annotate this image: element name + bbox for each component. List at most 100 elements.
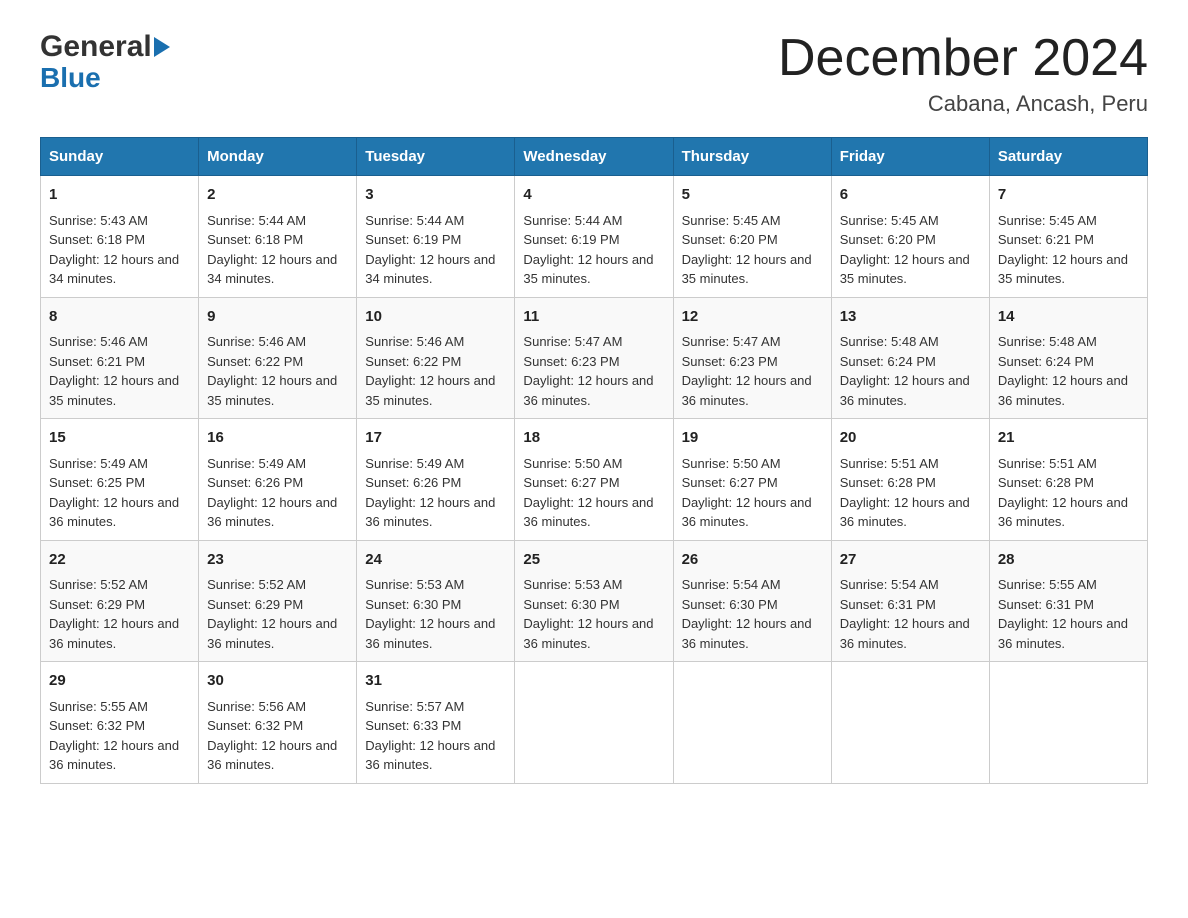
daylight-text: Daylight: 12 hours and 34 minutes. (207, 250, 348, 289)
table-row: 31Sunrise: 5:57 AMSunset: 6:33 PMDayligh… (357, 662, 515, 784)
day-number: 8 (49, 306, 190, 329)
day-number: 31 (365, 670, 506, 693)
sunrise-text: Sunrise: 5:54 AM (682, 575, 823, 595)
sunrise-text: Sunrise: 5:55 AM (998, 575, 1139, 595)
daylight-text: Daylight: 12 hours and 36 minutes. (365, 493, 506, 532)
main-title: December 2024 (778, 30, 1148, 87)
calendar-week-row: 1Sunrise: 5:43 AMSunset: 6:18 PMDaylight… (41, 176, 1148, 298)
table-row (515, 662, 673, 784)
table-row: 22Sunrise: 5:52 AMSunset: 6:29 PMDayligh… (41, 540, 199, 662)
sunrise-text: Sunrise: 5:49 AM (49, 454, 190, 474)
day-number: 15 (49, 427, 190, 450)
sunset-text: Sunset: 6:31 PM (840, 595, 981, 615)
day-number: 19 (682, 427, 823, 450)
daylight-text: Daylight: 12 hours and 36 minutes. (840, 371, 981, 410)
daylight-text: Daylight: 12 hours and 36 minutes. (207, 736, 348, 775)
daylight-text: Daylight: 12 hours and 36 minutes. (840, 614, 981, 653)
daylight-text: Daylight: 12 hours and 36 minutes. (523, 493, 664, 532)
sunset-text: Sunset: 6:26 PM (365, 473, 506, 493)
table-row: 12Sunrise: 5:47 AMSunset: 6:23 PMDayligh… (673, 297, 831, 419)
sunset-text: Sunset: 6:21 PM (49, 352, 190, 372)
day-number: 24 (365, 549, 506, 572)
day-number: 2 (207, 184, 348, 207)
table-row: 29Sunrise: 5:55 AMSunset: 6:32 PMDayligh… (41, 662, 199, 784)
table-row: 21Sunrise: 5:51 AMSunset: 6:28 PMDayligh… (989, 419, 1147, 541)
sunset-text: Sunset: 6:29 PM (49, 595, 190, 615)
table-row: 1Sunrise: 5:43 AMSunset: 6:18 PMDaylight… (41, 176, 199, 298)
day-number: 25 (523, 549, 664, 572)
day-number: 10 (365, 306, 506, 329)
sunrise-text: Sunrise: 5:49 AM (207, 454, 348, 474)
daylight-text: Daylight: 12 hours and 36 minutes. (998, 493, 1139, 532)
sunrise-text: Sunrise: 5:48 AM (998, 332, 1139, 352)
table-row (989, 662, 1147, 784)
sunset-text: Sunset: 6:30 PM (523, 595, 664, 615)
table-row: 7Sunrise: 5:45 AMSunset: 6:21 PMDaylight… (989, 176, 1147, 298)
table-row: 9Sunrise: 5:46 AMSunset: 6:22 PMDaylight… (199, 297, 357, 419)
table-row: 27Sunrise: 5:54 AMSunset: 6:31 PMDayligh… (831, 540, 989, 662)
day-number: 11 (523, 306, 664, 329)
sunrise-text: Sunrise: 5:46 AM (207, 332, 348, 352)
table-row (831, 662, 989, 784)
col-monday: Monday (199, 138, 357, 176)
day-number: 13 (840, 306, 981, 329)
daylight-text: Daylight: 12 hours and 36 minutes. (207, 493, 348, 532)
day-number: 16 (207, 427, 348, 450)
logo-arrow-wrap (154, 37, 170, 57)
calendar-week-row: 22Sunrise: 5:52 AMSunset: 6:29 PMDayligh… (41, 540, 1148, 662)
daylight-text: Daylight: 12 hours and 36 minutes. (207, 614, 348, 653)
sunrise-text: Sunrise: 5:56 AM (207, 697, 348, 717)
sunset-text: Sunset: 6:24 PM (998, 352, 1139, 372)
day-number: 28 (998, 549, 1139, 572)
calendar-header-row: Sunday Monday Tuesday Wednesday Thursday… (41, 138, 1148, 176)
col-tuesday: Tuesday (357, 138, 515, 176)
sunrise-text: Sunrise: 5:48 AM (840, 332, 981, 352)
sunset-text: Sunset: 6:30 PM (365, 595, 506, 615)
daylight-text: Daylight: 12 hours and 36 minutes. (49, 493, 190, 532)
sunset-text: Sunset: 6:22 PM (365, 352, 506, 372)
table-row: 16 Sunrise: 5:49 AMSunset: 6:26 PMDayligh… (199, 419, 357, 541)
day-number: 21 (998, 427, 1139, 450)
title-section: December 2024 Cabana, Ancash, Peru (778, 30, 1148, 117)
table-row: 3Sunrise: 5:44 AMSunset: 6:19 PMDaylight… (357, 176, 515, 298)
sunset-text: Sunset: 6:18 PM (49, 230, 190, 250)
day-number: 22 (49, 549, 190, 572)
calendar-week-row: 15Sunrise: 5:49 AMSunset: 6:25 PMDayligh… (41, 419, 1148, 541)
table-row: 20Sunrise: 5:51 AMSunset: 6:28 PMDayligh… (831, 419, 989, 541)
sunrise-text: Sunrise: 5:53 AM (523, 575, 664, 595)
daylight-text: Daylight: 12 hours and 35 minutes. (49, 371, 190, 410)
sunrise-text: Sunrise: 5:47 AM (523, 332, 664, 352)
daylight-text: Daylight: 12 hours and 36 minutes. (682, 614, 823, 653)
table-row: 15Sunrise: 5:49 AMSunset: 6:25 PMDayligh… (41, 419, 199, 541)
table-row: 10Sunrise: 5:46 AMSunset: 6:22 PMDayligh… (357, 297, 515, 419)
daylight-text: Daylight: 12 hours and 36 minutes. (365, 736, 506, 775)
daylight-text: Daylight: 12 hours and 36 minutes. (682, 371, 823, 410)
day-number: 7 (998, 184, 1139, 207)
day-number: 27 (840, 549, 981, 572)
table-row: 4Sunrise: 5:44 AMSunset: 6:19 PMDaylight… (515, 176, 673, 298)
daylight-text: Daylight: 12 hours and 35 minutes. (998, 250, 1139, 289)
col-thursday: Thursday (673, 138, 831, 176)
sunrise-text: Sunrise: 5:50 AM (523, 454, 664, 474)
sunset-text: Sunset: 6:22 PM (207, 352, 348, 372)
sunset-text: Sunset: 6:19 PM (523, 230, 664, 250)
day-number: 17 (365, 427, 506, 450)
sunset-text: Sunset: 6:26 PM (207, 473, 348, 493)
sunrise-text: Sunrise: 5:47 AM (682, 332, 823, 352)
sunrise-text: Sunrise: 5:50 AM (682, 454, 823, 474)
sunrise-text: Sunrise: 5:49 AM (365, 454, 506, 474)
table-row: 30Sunrise: 5:56 AMSunset: 6:32 PMDayligh… (199, 662, 357, 784)
day-number: 6 (840, 184, 981, 207)
calendar-week-row: 8Sunrise: 5:46 AMSunset: 6:21 PMDaylight… (41, 297, 1148, 419)
day-number: 9 (207, 306, 348, 329)
sunset-text: Sunset: 6:27 PM (682, 473, 823, 493)
sunrise-text: Sunrise: 5:44 AM (523, 211, 664, 231)
day-number: 12 (682, 306, 823, 329)
table-row: 26Sunrise: 5:54 AMSunset: 6:30 PMDayligh… (673, 540, 831, 662)
col-sunday: Sunday (41, 138, 199, 176)
sunrise-text: Sunrise: 5:51 AM (840, 454, 981, 474)
daylight-text: Daylight: 12 hours and 36 minutes. (840, 493, 981, 532)
day-number: 26 (682, 549, 823, 572)
day-number: 18 (523, 427, 664, 450)
table-row: 14Sunrise: 5:48 AMSunset: 6:24 PMDayligh… (989, 297, 1147, 419)
